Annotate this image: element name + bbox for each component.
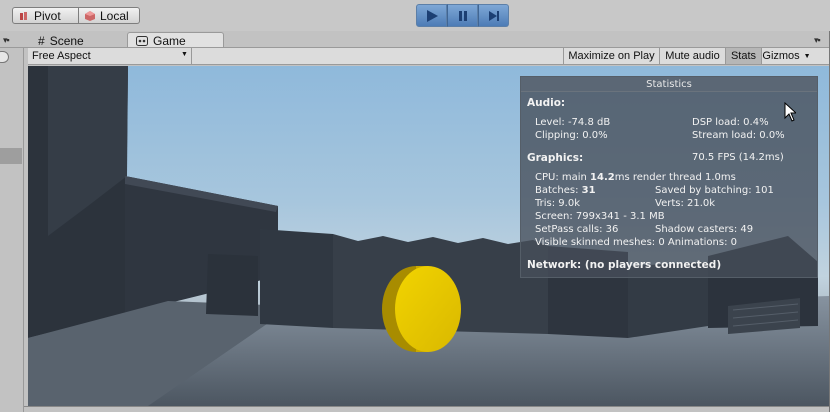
menu-dots-icon[interactable]: ▾▪ [814, 35, 821, 46]
verts-count: Verts: 21.0k [655, 198, 716, 209]
pivot-toggle-button[interactable]: Pivot [12, 7, 79, 24]
local-label: Local [100, 8, 129, 23]
batches-prefix: Batches: [535, 185, 582, 196]
audio-clipping: Clipping: 0.0% [535, 130, 608, 141]
center-wall [260, 229, 333, 328]
play-icon [426, 9, 438, 22]
mouse-cursor-icon [784, 102, 796, 122]
network-status: Network: (no players connected) [527, 259, 722, 271]
batches-value: 31 [581, 185, 596, 196]
statistics-panel: Statistics Audio: Level: -74.8 dB DSP lo… [520, 76, 818, 278]
tab-scene-label: Scene [49, 33, 84, 48]
audio-heading: Audio: [527, 97, 566, 109]
local-icon [85, 10, 95, 21]
saved-by-batching: Saved by batching: 101 [655, 185, 774, 196]
pause-icon [458, 10, 467, 21]
maximize-on-play-toggle[interactable]: Maximize on Play [563, 48, 659, 64]
gizmos-label: Gizmos [762, 50, 800, 62]
left-panel [0, 48, 24, 412]
step-button[interactable] [478, 4, 509, 27]
cpu-main-value: 14.2 [590, 172, 615, 183]
bottom-frame [24, 406, 830, 412]
small-block [206, 254, 258, 316]
cpu-prefix: CPU: main [535, 172, 591, 183]
cpu-suffix: ms render thread 1.0ms [614, 172, 736, 183]
audio-level: Level: -74.8 dB [535, 117, 611, 128]
skinned-meshes-animations: Visible skinned meshes: 0 Animations: 0 [535, 237, 737, 248]
pause-button[interactable] [447, 4, 478, 27]
dsp-load: DSP load: 0.4% [692, 117, 769, 128]
left-panel-selection[interactable] [0, 148, 22, 164]
fps-readout: 70.5 FPS (14.2ms) [692, 152, 784, 163]
graphics-heading: Graphics: [527, 152, 584, 164]
tab-game-label: Game [153, 34, 186, 48]
menu-dots-icon[interactable]: ▾▪ [3, 35, 10, 46]
tris-count: Tris: 9.0k [535, 198, 580, 209]
cpu-readout: CPU: main 14.2ms render thread 1.0ms [535, 172, 736, 183]
shadow-casters: Shadow casters: 49 [655, 224, 754, 235]
aspect-dropdown[interactable]: Free Aspect [32, 48, 192, 64]
dropdown-arrow-icon: ▼ [803, 52, 811, 60]
game-view-controls: Free Aspect ▼ Maximize on Play Mute audi… [28, 48, 829, 65]
local-toggle-button[interactable]: Local [79, 7, 140, 24]
pivot-icon [20, 11, 27, 20]
screen-info: Screen: 799x341 - 3.1 MB [535, 211, 665, 222]
batches-readout: Batches: 31 [535, 185, 596, 196]
scene-grid-icon: # [38, 33, 45, 48]
stats-toggle[interactable]: Stats [725, 48, 761, 64]
gizmos-dropdown[interactable]: Gizmos ▼ [761, 48, 811, 64]
pivot-label: Pivot [34, 8, 61, 23]
statistics-title: Statistics [521, 77, 817, 92]
game-icon [136, 36, 148, 46]
playback-controls [416, 4, 510, 27]
setpass-calls: SetPass calls: 36 [535, 224, 619, 235]
stream-load: Stream load: 0.0% [692, 130, 785, 141]
dropdown-arrow-icon: ▼ [181, 51, 188, 58]
step-icon [488, 10, 499, 21]
gold-coin [395, 266, 461, 352]
play-button[interactable] [416, 4, 447, 27]
main-toolbar: Pivot Local [0, 0, 830, 31]
editor-tab-row: ▾▪ # Scene Game ▾▪ [0, 31, 830, 49]
aspect-value: Free Aspect [32, 50, 91, 62]
mute-audio-toggle[interactable]: Mute audio [659, 48, 725, 64]
